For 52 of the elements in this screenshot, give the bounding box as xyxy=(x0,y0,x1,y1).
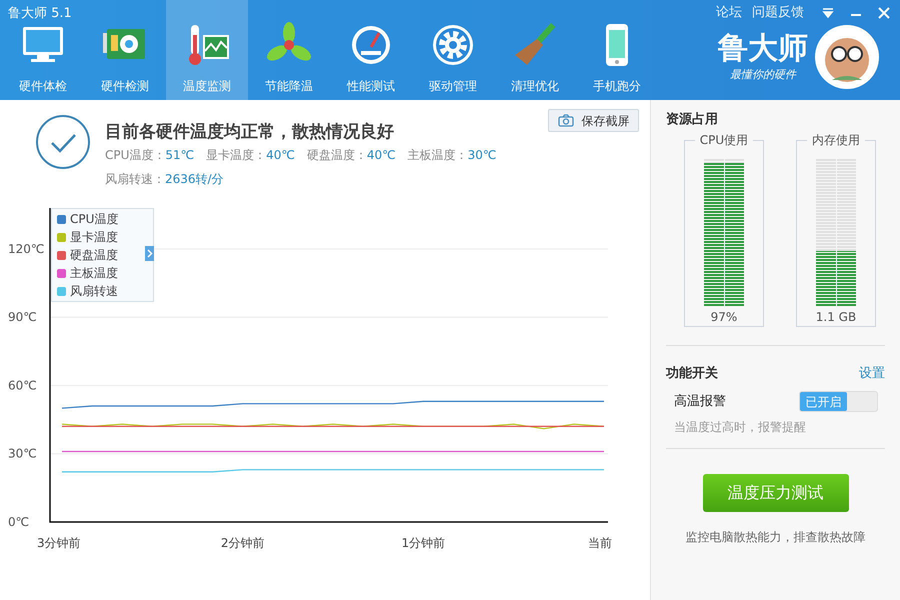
y-axis-label: 0℃ xyxy=(8,515,30,529)
y-axis-label: 60℃ xyxy=(8,378,37,392)
nav-tab[interactable]: 温度监测 xyxy=(166,0,248,100)
temperature-reading: 显卡温度：40℃ xyxy=(206,147,295,164)
brand-name: 鲁大师 xyxy=(718,30,808,67)
checkmark-circle-icon xyxy=(35,114,91,170)
cartoon-mascot-avatar xyxy=(814,24,880,90)
temperature-reading: 硬盘温度：40℃ xyxy=(306,147,396,164)
dropdown-icon[interactable] xyxy=(822,8,834,18)
temperature-reading: 风扇转速：2636转/分 xyxy=(105,171,224,188)
legend-collapse-toggle[interactable] xyxy=(145,246,154,261)
section-title: 资源占用 xyxy=(666,111,719,129)
x-axis-label: 当前 xyxy=(588,536,612,550)
nav-tab[interactable]: 节能降温 xyxy=(248,0,330,100)
close-icon[interactable] xyxy=(878,6,890,19)
status-headline: 目前各硬件温度均正常，散热情况良好 xyxy=(105,121,395,144)
header-link[interactable]: 论坛 xyxy=(716,3,742,22)
save-screenshot-button[interactable]: 保存截屏 xyxy=(548,109,639,132)
meter-reading: 1.1 GB xyxy=(816,308,856,326)
x-axis-label: 1分钟前 xyxy=(402,536,446,550)
nav-tab[interactable]: 性能测试 xyxy=(330,0,412,100)
header-link[interactable]: 问题反馈 xyxy=(752,3,804,22)
camera-icon xyxy=(558,114,574,127)
x-axis-label: 3分钟前 xyxy=(37,536,81,550)
nav-tab[interactable]: 驱动管理 xyxy=(412,0,494,100)
nav-tab[interactable]: 清理优化 xyxy=(494,0,576,100)
stress-test-caption: 监控电脑散热能力，排查散热故障 xyxy=(684,529,866,546)
meter-label: 内存使用 xyxy=(807,132,865,148)
legend-label: 显卡温度 xyxy=(70,229,118,246)
legend-label: CPU温度 xyxy=(70,211,118,228)
y-axis-label: 90℃ xyxy=(8,310,37,324)
legend-label: 主板温度 xyxy=(70,265,118,282)
stress-test-button[interactable]: 温度压力测试 xyxy=(702,474,848,512)
brand-slogan: 最懂你的硬件 xyxy=(730,66,796,83)
meter-reading: 97% xyxy=(710,308,738,326)
y-axis-label: 120℃ xyxy=(8,242,44,256)
meter-label: CPU使用 xyxy=(694,132,754,148)
x-axis-label: 2分钟前 xyxy=(220,536,264,550)
window-title: 鲁大师 5.1 xyxy=(8,5,72,23)
chevron-right-icon xyxy=(146,249,152,258)
switch-label: 高温报警 xyxy=(674,392,726,411)
y-axis-label: 30℃ xyxy=(8,446,37,461)
nav-tab[interactable]: 硬件检测 xyxy=(84,0,166,100)
legend-label: 风扇转速 xyxy=(70,283,118,300)
alarm-toggle[interactable]: 已开启 xyxy=(799,391,878,412)
nav-tab[interactable]: 手机跑分 xyxy=(576,0,658,100)
temperature-reading: CPU温度：51℃ xyxy=(105,147,194,164)
section-title: 功能开关 xyxy=(666,364,718,382)
switch-hint: 当温度过高时，报警提醒 xyxy=(673,419,807,436)
legend-label: 硬盘温度 xyxy=(70,247,118,264)
temperature-reading: 主板温度：30℃ xyxy=(408,147,496,164)
settings-link[interactable]: 设置 xyxy=(859,364,885,383)
